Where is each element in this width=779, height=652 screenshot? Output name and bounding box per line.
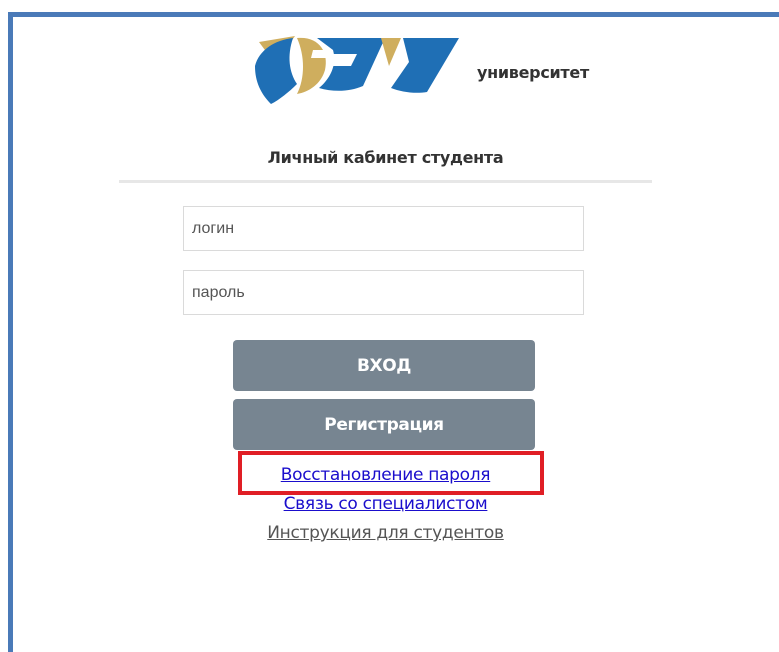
help-links: Восстановление пароля Связь со специалис… xyxy=(119,461,652,548)
page-title: Личный кабинет студента xyxy=(267,148,504,167)
page-frame: университет Личный кабинет студента ВХОД… xyxy=(8,12,779,652)
login-input[interactable] xyxy=(183,206,584,251)
university-logo-icon xyxy=(255,36,459,104)
university-logo xyxy=(253,32,473,106)
student-instructions-link[interactable]: Инструкция для студентов xyxy=(267,519,504,548)
password-input[interactable] xyxy=(183,270,584,315)
password-recovery-link[interactable]: Восстановление пароля xyxy=(281,461,491,490)
logo-caption: университет xyxy=(477,63,589,82)
title-divider xyxy=(119,180,652,183)
contact-specialist-link[interactable]: Связь со специалистом xyxy=(284,490,488,519)
register-button[interactable]: Регистрация xyxy=(233,399,535,450)
login-button[interactable]: ВХОД xyxy=(233,340,535,391)
